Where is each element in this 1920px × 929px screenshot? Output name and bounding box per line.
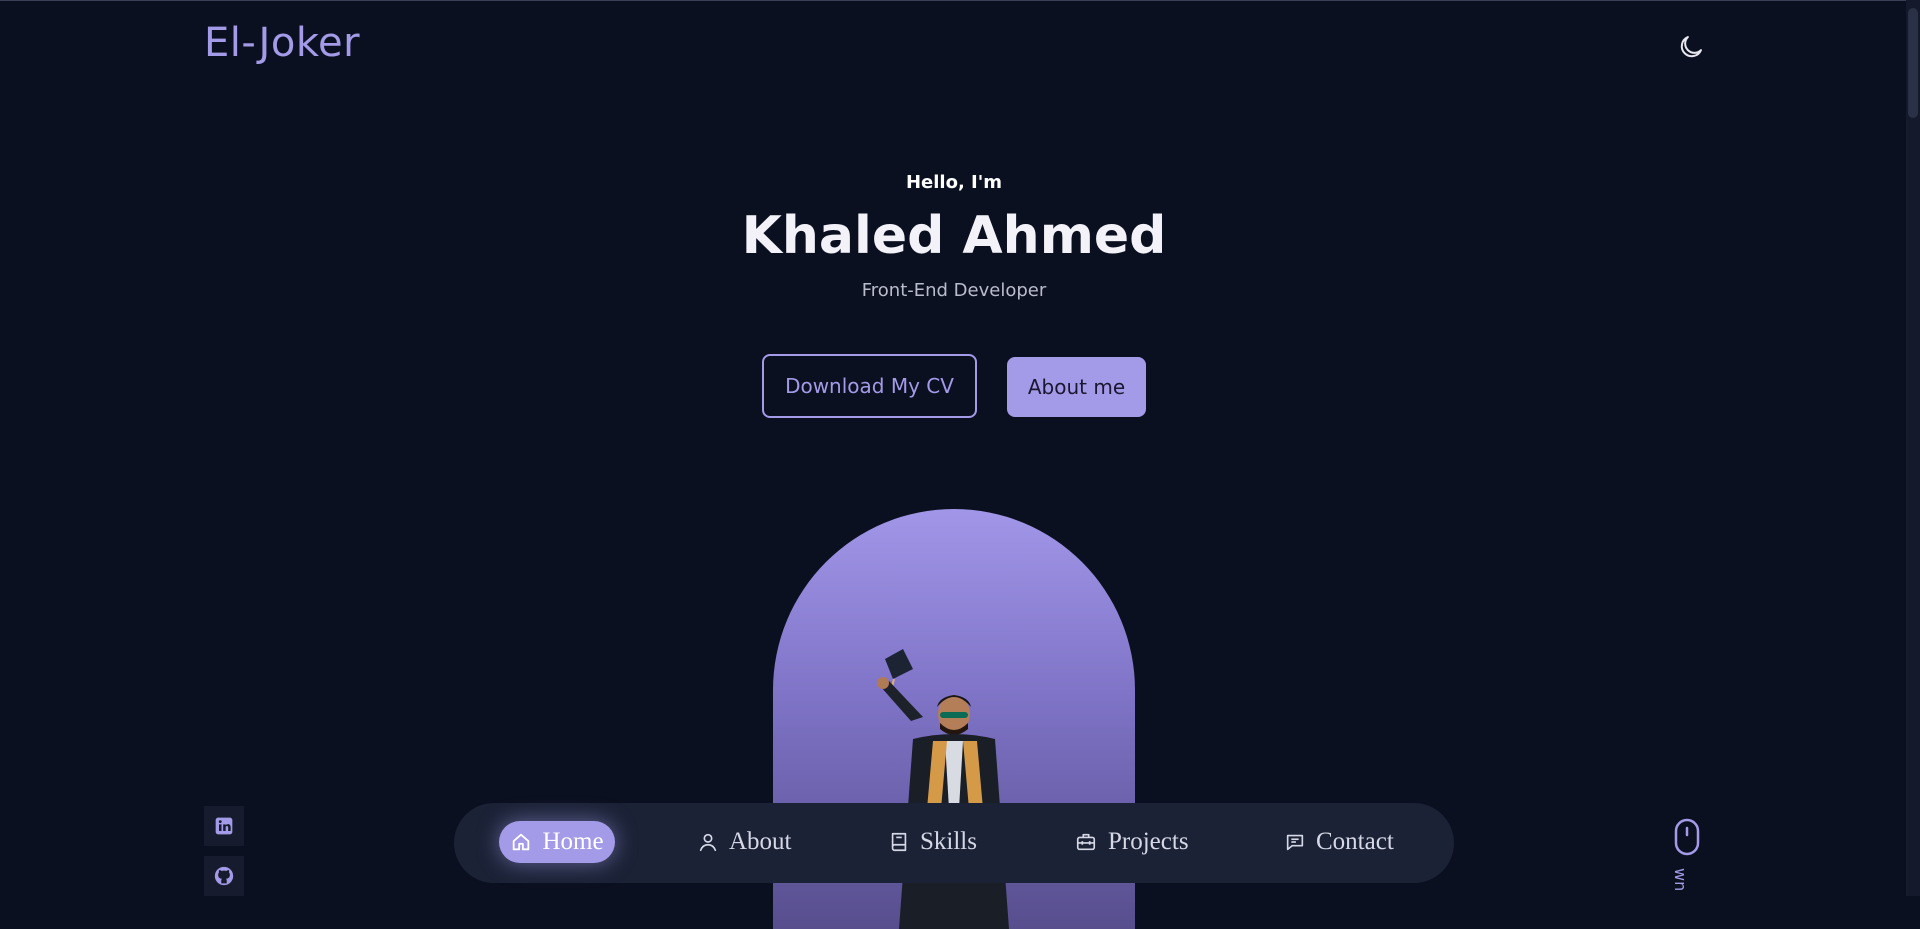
moon-icon [1680,36,1702,58]
download-cv-button[interactable]: Download My CV [762,354,977,418]
nav-label-skills: Skills [920,828,977,855]
github-icon [214,866,234,886]
nav-label-contact: Contact [1316,828,1394,855]
theme-toggle-button[interactable] [1676,32,1706,62]
user-icon [699,833,717,852]
github-link[interactable] [204,856,244,896]
nav-label-home: Home [542,828,604,855]
nav-label-projects: Projects [1108,828,1189,855]
briefcase-icon [1076,833,1096,851]
hero-role: Front-End Developer [861,280,1047,301]
mouse-icon [1674,818,1700,856]
scroll-down-text: wn [1671,868,1690,892]
book-icon [891,832,907,852]
hero-greeting: Hello, I'm [905,172,1003,193]
bottom-navigation: Home About Skills Projects Contact [454,803,1454,883]
about-me-button[interactable]: About me [1007,357,1146,417]
nav-item-projects[interactable]: Projects [1074,821,1189,863]
window-top-border [0,0,1920,1]
nav-label-about: About [729,828,792,855]
nav-item-about[interactable]: About [697,821,792,863]
nav-item-skills[interactable]: Skills [888,821,977,863]
nav-item-home[interactable]: Home [499,821,615,863]
page-scrollbar[interactable] [1906,0,1920,896]
scroll-down-button[interactable] [1672,818,1702,858]
site-logo[interactable]: El-Joker [204,20,360,66]
scrollbar-thumb[interactable] [1908,8,1918,118]
linkedin-link[interactable] [204,806,244,846]
linkedin-icon [215,817,233,835]
message-icon [1286,834,1304,851]
nav-item-contact[interactable]: Contact [1284,821,1394,863]
hero-name: Khaled Ahmed [741,206,1167,266]
home-icon [513,833,530,851]
